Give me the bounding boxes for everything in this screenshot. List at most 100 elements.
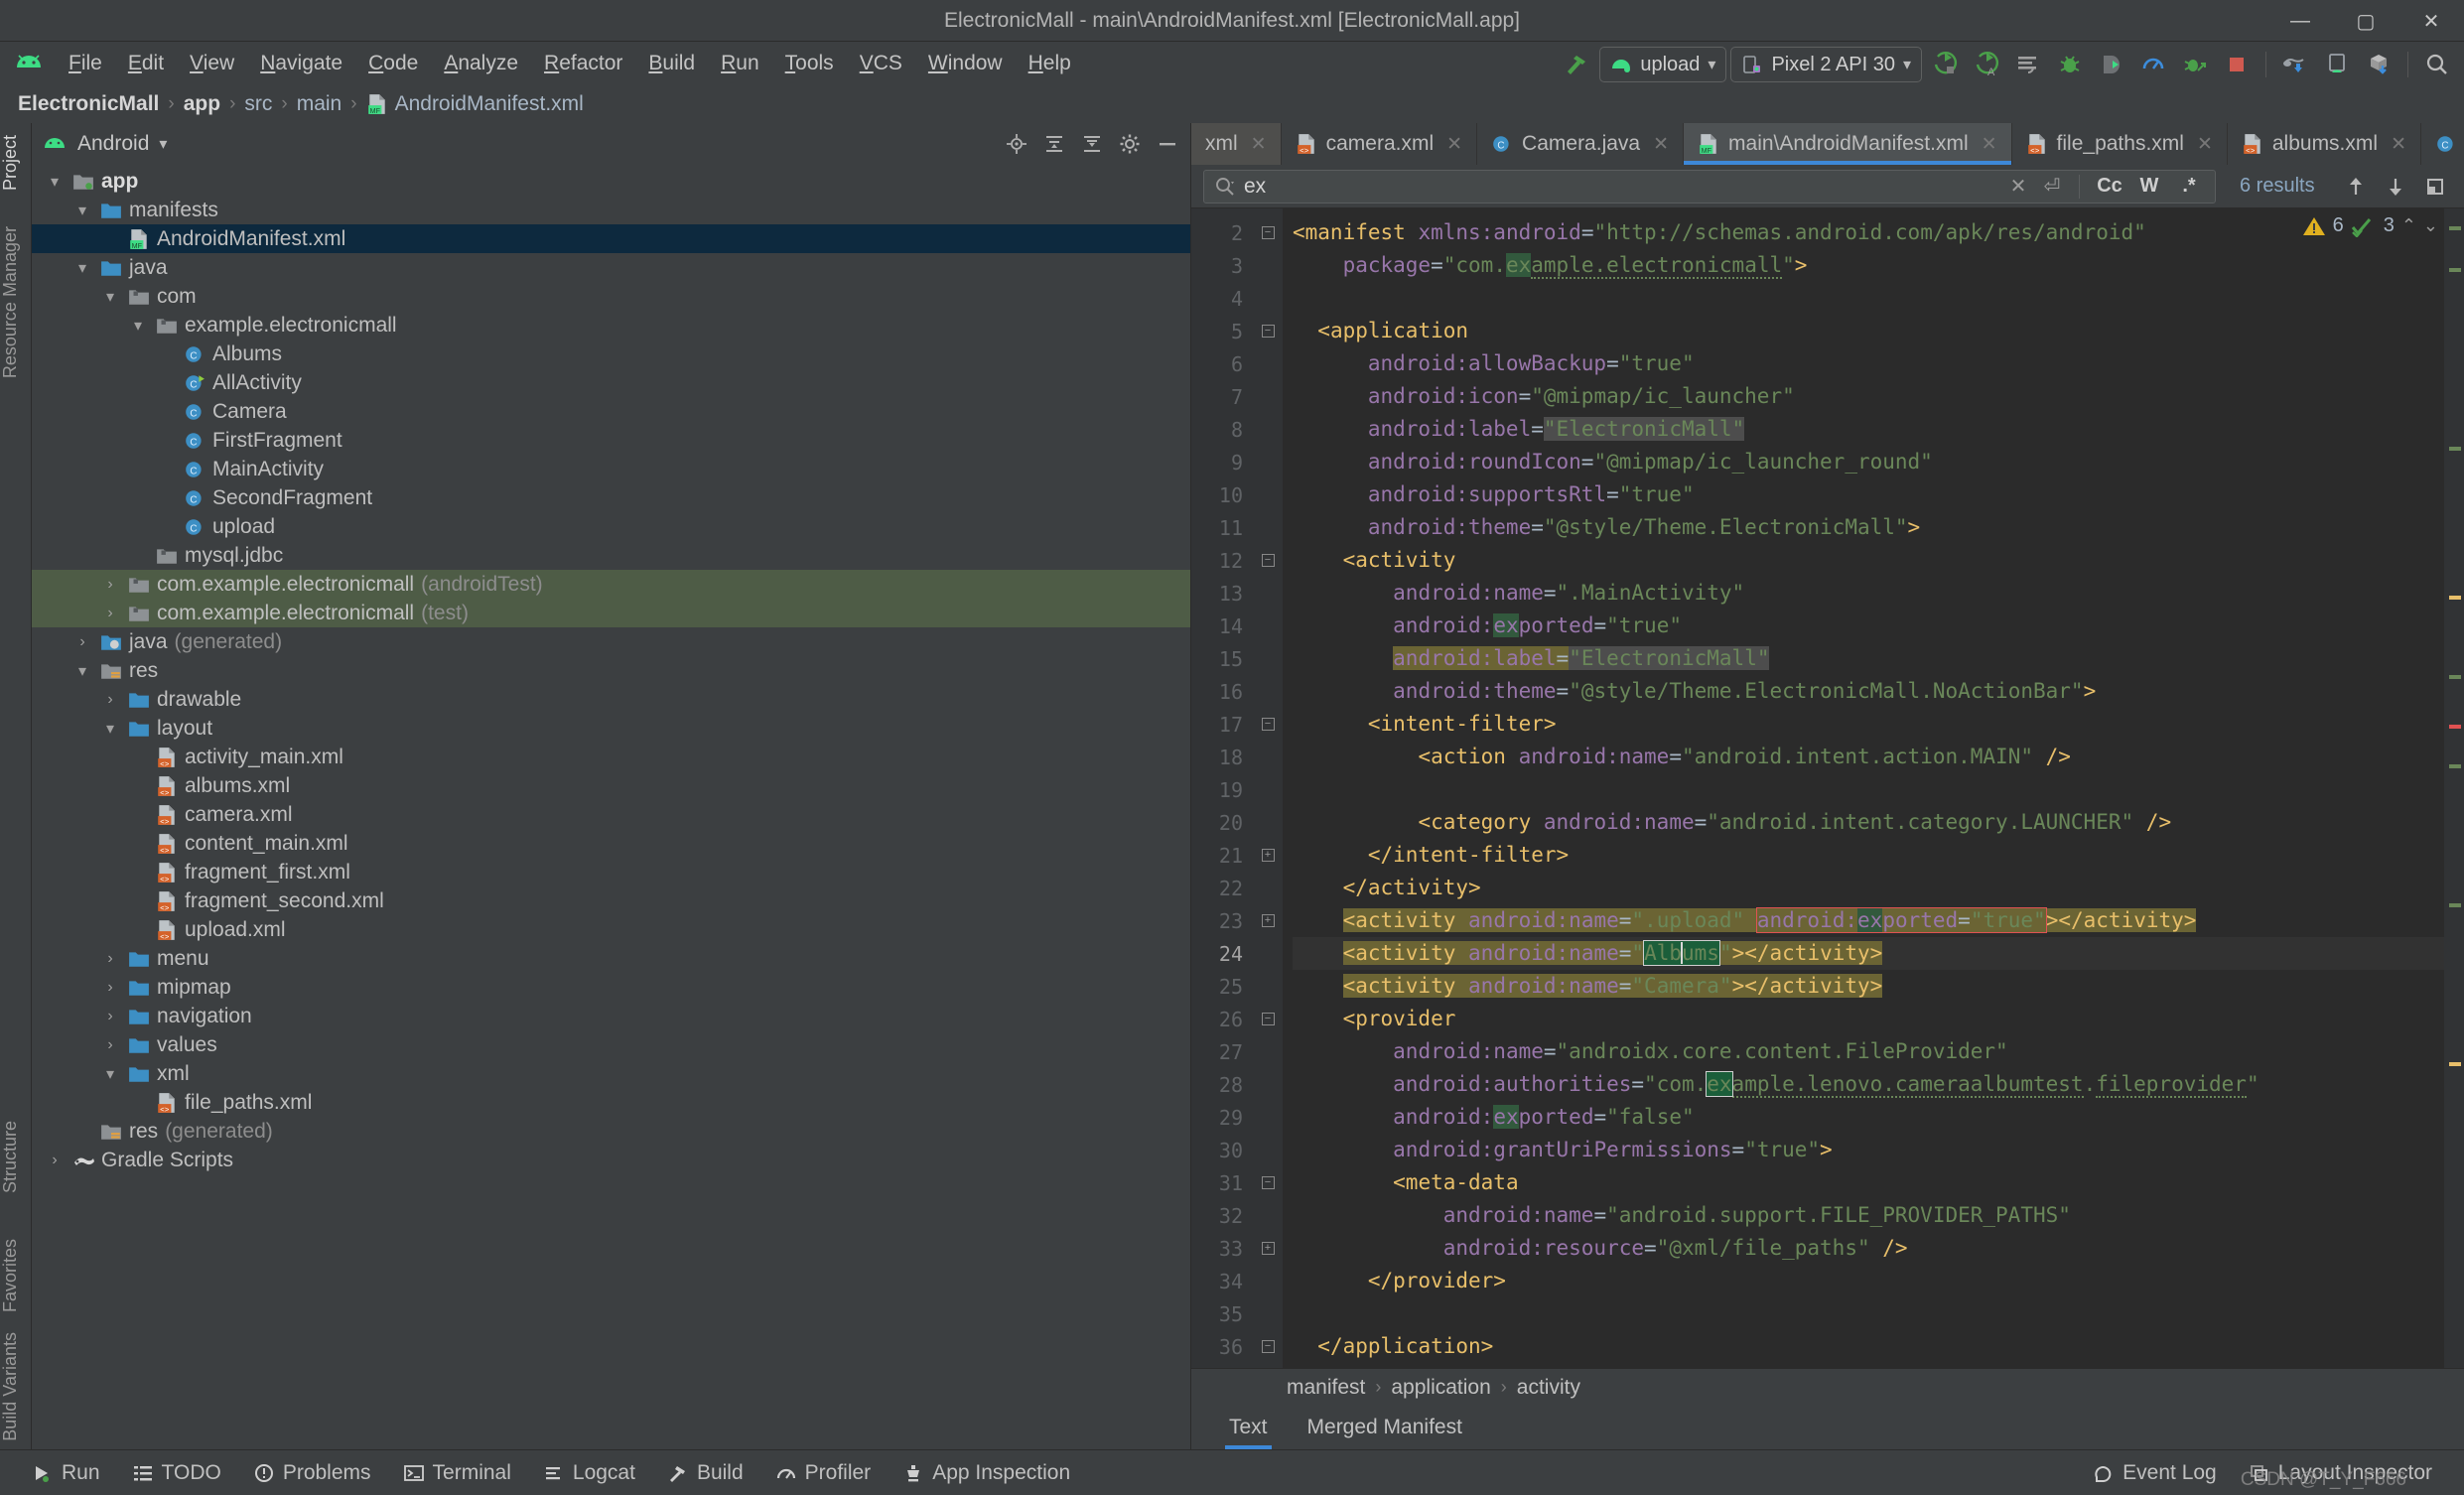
menu-file[interactable]: File [56,48,115,79]
code-line[interactable]: <activity android:name="Camera"></activi… [1293,970,2444,1003]
tree-item-file-paths-xml[interactable]: <> file_paths.xml [32,1088,1190,1117]
tree-item-com[interactable]: ▾ com [32,282,1190,311]
fold-toggle-icon[interactable]: − [1253,1003,1283,1035]
tool-window-project[interactable]: Project [0,127,32,199]
code-line[interactable]: <activity android:name="Albums"></activi… [1293,937,2444,970]
close-icon[interactable]: ✕ [2398,0,2464,42]
select-all-occurrences-icon[interactable] [2418,171,2452,203]
run-icon[interactable] [1926,46,1964,83]
run-anything-icon[interactable] [2176,46,2214,83]
tree-item-com-example-electronicmall[interactable]: › com.example.electronicmall (test) [32,599,1190,627]
match-case-toggle[interactable]: Cc [2094,175,2125,198]
close-tab-icon[interactable]: ✕ [2197,133,2213,156]
code-line[interactable]: <intent-filter> [1293,708,2444,741]
tree-item-albums-xml[interactable]: <> albums.xml [32,771,1190,800]
search-input[interactable]: ex ✕ ⏎ Cc W .* [1203,169,2216,204]
editor-tab-xml[interactable]: xml ✕ [1191,123,1282,165]
run-configuration-selector[interactable]: upload ▾ [1599,47,1727,82]
sync-gradle-icon[interactable] [2276,46,2314,83]
breadcrumb-item-electronicmall[interactable]: ElectronicMall [14,92,163,116]
tree-item-androidmanifest-xml[interactable]: MF AndroidManifest.xml [32,224,1190,253]
code-line[interactable]: android:supportsRtl="true" [1293,478,2444,511]
menu-run[interactable]: Run [708,48,772,79]
editor-breadcrumb-activity[interactable]: activity [1517,1376,1580,1400]
chevron-right-icon[interactable]: › [99,1036,121,1054]
stop-icon[interactable] [2218,46,2256,83]
code-line[interactable]: </provider> [1293,1265,2444,1297]
menu-refactor[interactable]: Refactor [531,48,635,79]
sdk-manager-icon[interactable] [2360,46,2397,83]
tree-item-upload-xml[interactable]: <> upload.xml [32,915,1190,944]
menu-window[interactable]: Window [915,48,1016,79]
tree-item-res[interactable]: res (generated) [32,1117,1190,1146]
avd-manager-icon[interactable] [2318,46,2356,83]
fold-toggle-icon[interactable]: − [1253,544,1283,577]
chevron-down-icon[interactable]: ▾ [159,134,167,154]
close-tab-icon[interactable]: ✕ [2391,133,2406,156]
minimize-icon[interactable]: — [2267,0,2333,42]
chevron-right-icon[interactable]: › [99,576,121,594]
run-with-coverage-icon[interactable]: A [1968,46,2005,83]
chevron-down-icon[interactable]: ▾ [99,1064,121,1084]
code-line[interactable]: android:resource="@xml/file_paths" /> [1293,1232,2444,1265]
search-query[interactable]: ex [1244,175,1997,199]
editor-tab-camera-xml[interactable]: <> camera.xml ✕ [1282,123,1478,165]
tree-item-fragment-first-xml[interactable]: <> fragment_first.xml [32,858,1190,886]
tree-item-navigation[interactable]: › navigation [32,1002,1190,1030]
maximize-icon[interactable]: ▢ [2333,0,2398,42]
inspection-widget[interactable]: 6 3 ⌃ ⌄ [2302,214,2438,237]
tree-item-mainactivity[interactable]: C MainActivity [32,455,1190,483]
tree-item-xml[interactable]: ▾ xml [32,1059,1190,1088]
tree-item-fragment-second-xml[interactable]: <> fragment_second.xml [32,886,1190,915]
expand-all-icon[interactable] [1041,131,1067,157]
chevron-down-icon[interactable]: ▾ [71,201,93,220]
chevron-down-icon[interactable]: ▾ [71,661,93,681]
chevron-down-icon[interactable]: ▾ [71,258,93,278]
tree-item-app[interactable]: ▾ app [32,167,1190,196]
hide-panel-icon[interactable] [1155,131,1180,157]
chevron-right-icon[interactable]: › [99,691,121,709]
code-line[interactable]: android:roundIcon="@mipmap/ic_launcher_r… [1293,446,2444,478]
tree-item-activity-main-xml[interactable]: <> activity_main.xml [32,743,1190,771]
device-selector[interactable]: Pixel 2 API 30 ▾ [1730,47,1922,82]
tool-window-resource-manager[interactable]: Resource Manager [0,218,32,386]
code-line[interactable]: </intent-filter> [1293,839,2444,872]
fold-toggle-icon[interactable]: + [1253,839,1283,872]
fold-toggle-icon[interactable]: − [1253,216,1283,249]
next-occurrence-icon[interactable] [2379,171,2412,203]
fold-toggle-icon[interactable]: − [1253,1166,1283,1199]
code-line[interactable] [1293,773,2444,806]
fold-toggle-icon[interactable]: − [1253,708,1283,741]
chevron-right-icon[interactable]: › [99,1008,121,1025]
prev-occurrence-icon[interactable] [2339,171,2373,203]
tree-item-example-electronicmall[interactable]: ▾ example.electronicmall [32,311,1190,340]
close-tab-icon[interactable]: ✕ [1653,133,1669,156]
breadcrumb-item-src[interactable]: src [240,92,276,116]
chevron-right-icon[interactable]: › [99,979,121,997]
menu-vcs[interactable]: VCS [847,48,915,79]
code-line[interactable]: android:grantUriPermissions="true"> [1293,1134,2444,1166]
profiler-icon[interactable] [2134,46,2172,83]
code-line[interactable]: android:theme="@style/Theme.ElectronicMa… [1293,675,2444,708]
editor-tab-camera-java[interactable]: C Camera.java ✕ [1477,123,1685,165]
code-line[interactable]: android:authorities="com.example.lenovo.… [1293,1068,2444,1101]
chevron-right-icon[interactable]: › [44,1152,66,1169]
project-view-label[interactable]: Android [77,132,149,156]
chevron-down-icon[interactable]: ▾ [44,172,66,192]
search-everywhere-icon[interactable] [2418,46,2456,83]
editor-tab-file-paths-xml[interactable]: <> file_paths.xml ✕ [2012,123,2228,165]
menu-code[interactable]: Code [355,48,431,79]
apply-changes-icon[interactable] [2009,46,2047,83]
code-line[interactable]: <activity [1293,544,2444,577]
chevron-down-icon[interactable]: ▾ [99,719,121,739]
close-tab-icon[interactable]: ✕ [1982,133,1997,156]
error-stripe-markers[interactable] [2444,208,2464,1368]
tree-item-java[interactable]: › java (generated) [32,627,1190,656]
code-line[interactable]: android:exported="false" [1293,1101,2444,1134]
editor-tab-albums-xml[interactable]: <> albums.xml ✕ [2228,123,2421,165]
code-line[interactable]: android:allowBackup="true" [1293,347,2444,380]
tree-item-camera[interactable]: C Camera [32,397,1190,426]
regex-toggle[interactable]: .* [2173,175,2205,198]
clear-search-icon[interactable]: ✕ [2005,174,2031,199]
chevron-right-icon[interactable]: › [71,633,93,651]
